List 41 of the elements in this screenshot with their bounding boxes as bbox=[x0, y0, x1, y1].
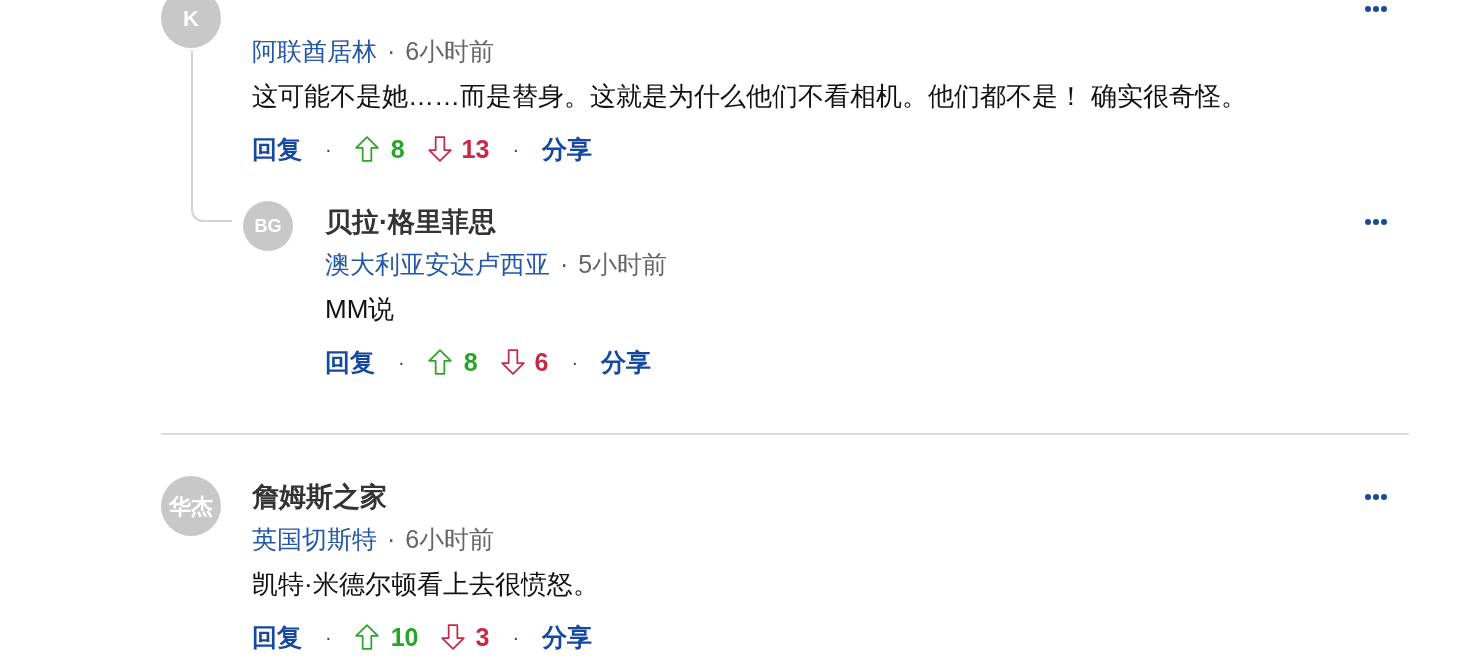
upvote-count: 8 bbox=[390, 134, 405, 165]
separator-dot: · bbox=[387, 36, 396, 67]
downvote-arrow-icon[interactable] bbox=[441, 624, 466, 650]
separator-dot: · bbox=[387, 524, 396, 555]
separator-dot: · bbox=[325, 625, 332, 650]
downvote-count: 13 bbox=[461, 134, 490, 165]
author-name: 詹姆斯之家 bbox=[252, 481, 387, 514]
share-button[interactable]: 分享 bbox=[601, 346, 652, 378]
separator-dot: · bbox=[571, 350, 579, 375]
location-label: 澳大利亚安达卢西亚 bbox=[325, 249, 550, 280]
author-name: 贝拉·格里菲思 bbox=[325, 206, 496, 239]
more-options-icon[interactable] bbox=[1365, 219, 1387, 225]
upvote-arrow-icon[interactable] bbox=[354, 136, 379, 162]
timestamp: 6小时前 bbox=[405, 524, 495, 555]
separator-dot: · bbox=[512, 625, 520, 650]
share-button[interactable]: 分享 bbox=[542, 621, 593, 653]
downvote-arrow-icon[interactable] bbox=[427, 136, 452, 162]
separator-dot: · bbox=[325, 137, 332, 162]
upvote-arrow-icon[interactable] bbox=[427, 349, 452, 375]
upvote-count: 10 bbox=[390, 622, 419, 653]
upvote-arrow-icon[interactable] bbox=[354, 624, 379, 650]
timestamp: 5小时前 bbox=[578, 249, 668, 280]
more-options-icon[interactable] bbox=[1365, 6, 1387, 12]
downvote-count: 3 bbox=[475, 622, 490, 653]
separator-dot: · bbox=[398, 350, 405, 375]
upvote-count: 8 bbox=[463, 347, 478, 378]
location-label: 英国切斯特 bbox=[252, 524, 377, 555]
separator-dot: · bbox=[512, 137, 520, 162]
reply-button[interactable]: 回复 bbox=[252, 133, 302, 165]
comment-text: 这可能不是她……而是替身。这就是为什么他们不看相机。他们都不是！ 确实很奇怪。 bbox=[252, 80, 1248, 113]
location-label: 阿联酋居林 bbox=[252, 36, 377, 67]
comment-text: 凯特·米德尔顿看上去很愤怒。 bbox=[252, 568, 599, 601]
timestamp: 6小时前 bbox=[405, 36, 495, 67]
reply-button[interactable]: 回复 bbox=[325, 346, 375, 378]
more-options-icon[interactable] bbox=[1365, 494, 1387, 500]
share-button[interactable]: 分享 bbox=[542, 133, 593, 165]
reply-button[interactable]: 回复 bbox=[252, 621, 302, 653]
downvote-count: 6 bbox=[534, 347, 549, 378]
separator-dot: · bbox=[560, 249, 569, 280]
comment-text: MM说 bbox=[325, 293, 395, 326]
downvote-arrow-icon[interactable] bbox=[500, 349, 525, 375]
